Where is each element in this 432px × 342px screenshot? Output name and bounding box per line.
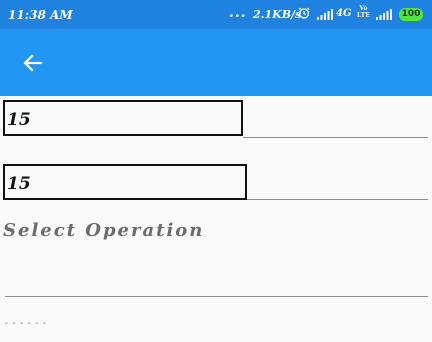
volte-indicator: Vo LTE xyxy=(357,5,370,19)
signal-icon xyxy=(317,9,333,20)
battery-indicator: 100 xyxy=(399,8,423,21)
status-time: 11:38 AM xyxy=(8,8,73,22)
alarm-icon xyxy=(298,7,310,19)
number1-field[interactable] xyxy=(3,100,243,136)
number2-field[interactable] xyxy=(3,164,247,200)
number1-input[interactable] xyxy=(7,110,237,130)
network-type: 4G xyxy=(336,8,352,19)
more-notifications-icon: ... xyxy=(229,5,247,21)
signal-icon xyxy=(376,9,392,20)
app-bar xyxy=(0,29,432,96)
volte-top: Vo xyxy=(359,5,368,12)
number2-underline xyxy=(247,199,428,200)
select-operation-label[interactable]: Select Operation xyxy=(3,220,204,241)
network-speed: 2.1KB/s xyxy=(253,8,302,21)
number2-input[interactable] xyxy=(7,174,237,194)
result-text: ------ xyxy=(3,316,49,329)
volte-bottom: LTE xyxy=(357,12,370,19)
arrow-left-icon[interactable] xyxy=(21,51,45,75)
operation-spinner-underline xyxy=(5,296,428,297)
number1-underline xyxy=(243,137,428,138)
status-bar: 11:38 AM ... 2.1KB/s 4G Vo LTE 100 xyxy=(0,0,432,29)
